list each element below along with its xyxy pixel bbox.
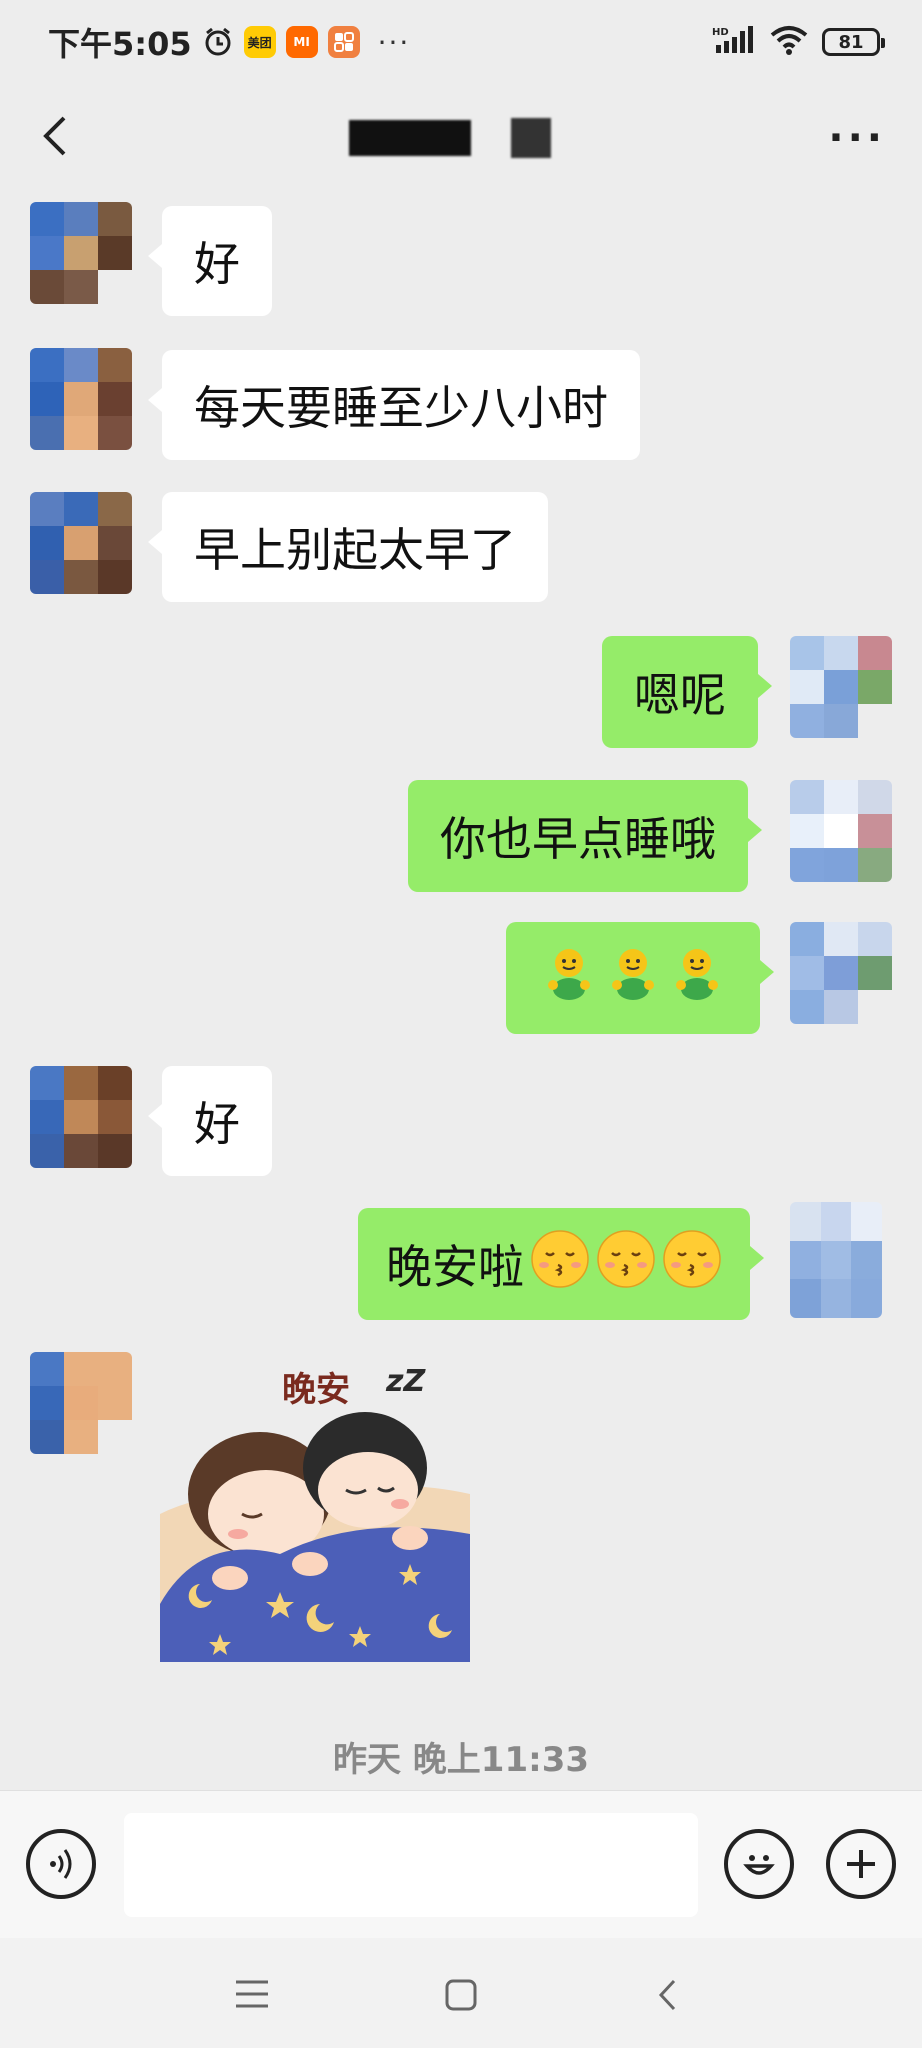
contact-avatar[interactable] (30, 1066, 132, 1168)
chat-title-redacted (349, 118, 552, 158)
user-avatar[interactable] (790, 1202, 882, 1318)
kissing-face-emoji (596, 1229, 656, 1300)
contact-avatar[interactable] (30, 492, 132, 594)
message-timestamp: 昨天 晚上11:33 (332, 1740, 590, 1780)
alarm-icon (202, 26, 234, 58)
miui-app-icon (327, 26, 360, 58)
mi-app-icon: MI (285, 26, 318, 58)
smile-figure-emoji (605, 945, 661, 1012)
message-bubble[interactable]: 每天要睡至少八小时 (148, 350, 640, 460)
message-text: 好 (194, 237, 240, 291)
message-text: 你也早点睡哦 (440, 812, 716, 866)
kissing-face-emoji (530, 1229, 590, 1300)
smile-figure-emoji (669, 945, 725, 1012)
message-bubble[interactable]: 好 (148, 1066, 272, 1176)
message-bubble[interactable]: 你也早点睡哦 (408, 780, 762, 892)
chevron-left-icon[interactable] (36, 112, 72, 164)
plus-icon[interactable] (826, 1829, 896, 1899)
status-more-dots: ··· (377, 25, 411, 59)
more-dots-icon[interactable]: ··· (828, 115, 886, 161)
status-time: 下午5:05 (48, 25, 192, 63)
status-bar: 下午5:05 美团 MI ··· HD 81 (0, 0, 922, 84)
system-nav-bar (0, 1938, 922, 2048)
meituan-app-icon: 美团 (243, 26, 276, 58)
kissing-face-emoji (662, 1229, 722, 1300)
home-icon[interactable] (444, 1978, 478, 2012)
message-input-bar (0, 1790, 922, 1938)
message-bubble[interactable] (506, 922, 774, 1034)
emoji-icon[interactable] (724, 1829, 794, 1899)
wifi-icon (770, 25, 808, 59)
smile-figure-emoji (541, 945, 597, 1012)
message-bubble[interactable]: 嗯呢 (602, 636, 772, 748)
sticker-caption: 晚安 (282, 1370, 350, 1410)
message-text: 早上别起太早了 (194, 523, 516, 577)
redacted-name-block (511, 118, 552, 158)
contact-avatar[interactable] (30, 1352, 132, 1454)
user-avatar[interactable] (790, 922, 892, 1024)
contact-avatar[interactable] (30, 348, 132, 450)
chat-title-bar: ··· (0, 84, 922, 192)
message-text: 晚安啦 (386, 1240, 524, 1294)
message-bubble[interactable]: 晚安啦 (358, 1208, 764, 1320)
signal-icon: HD (712, 25, 756, 59)
back-icon[interactable] (656, 1978, 680, 2012)
message-text: 嗯呢 (634, 668, 726, 722)
voice-icon[interactable] (26, 1829, 96, 1899)
sticker-zz: zZ (386, 1364, 426, 1399)
battery-indicator: 81 (822, 28, 885, 56)
menu-icon[interactable] (234, 1978, 270, 2010)
message-text: 好 (194, 1097, 240, 1151)
message-bubble[interactable]: 早上别起太早了 (148, 492, 548, 602)
contact-avatar[interactable] (30, 202, 132, 304)
network-label: HD (712, 27, 729, 38)
user-avatar[interactable] (790, 636, 892, 738)
message-text: 每天要睡至少八小时 (194, 381, 608, 435)
redacted-name-block (349, 120, 472, 156)
message-bubble[interactable]: 好 (148, 206, 272, 316)
user-avatar[interactable] (790, 780, 892, 882)
message-input[interactable] (124, 1813, 698, 1917)
